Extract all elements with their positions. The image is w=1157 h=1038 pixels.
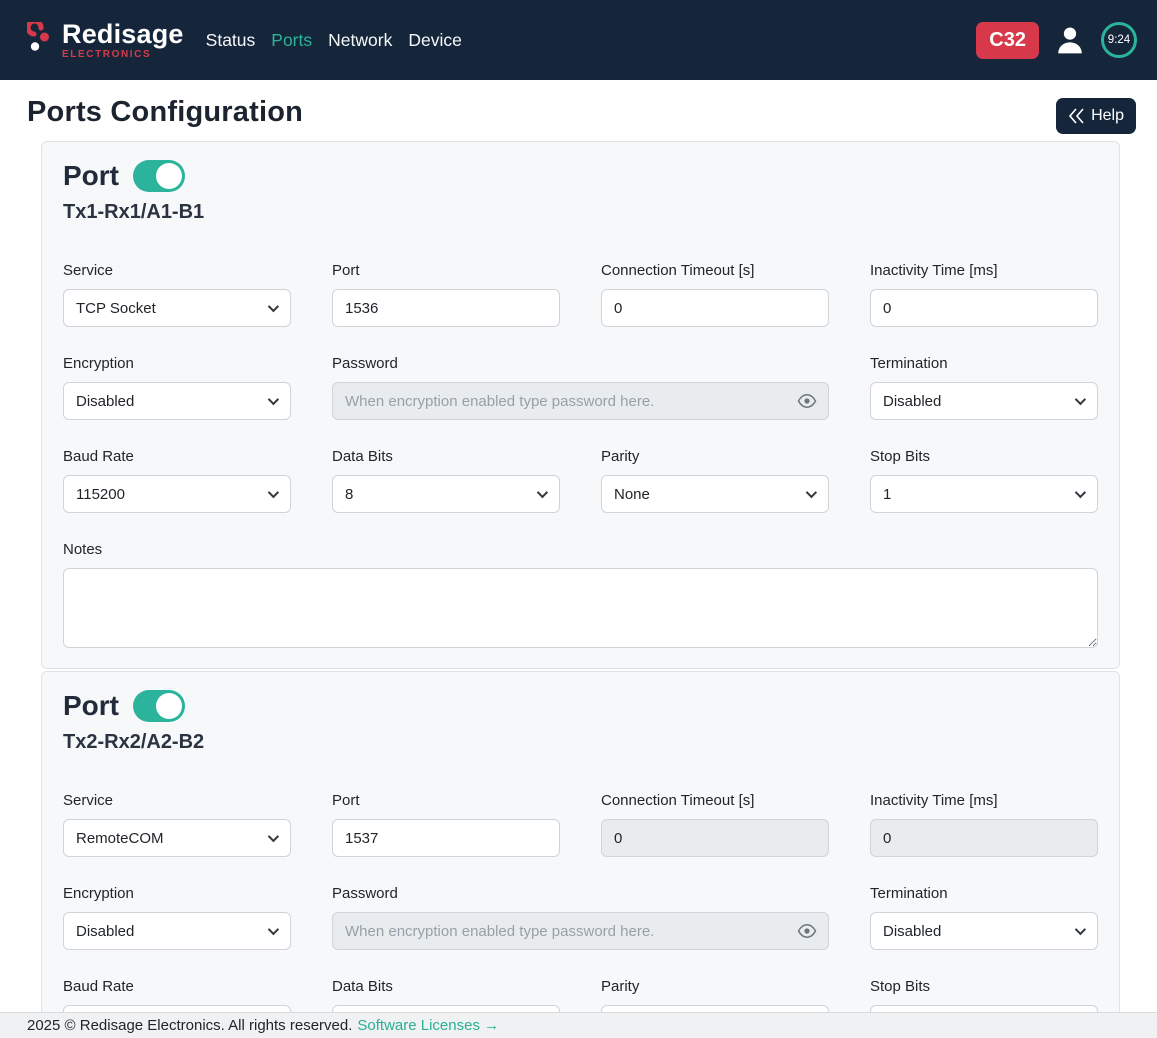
encryption-select-value: Disabled bbox=[76, 393, 134, 410]
notes-textarea[interactable] bbox=[63, 568, 1098, 648]
port-enable-toggle[interactable] bbox=[133, 160, 185, 192]
port-enable-toggle[interactable] bbox=[133, 690, 185, 722]
brand-subtitle: ELECTRONICS bbox=[62, 50, 184, 60]
chevron-down-icon bbox=[268, 487, 279, 498]
password-label: Password bbox=[332, 355, 829, 372]
service-select-value: RemoteCOM bbox=[76, 830, 164, 847]
page-title: Ports Configuration bbox=[27, 96, 303, 129]
session-timer: 9:24 bbox=[1101, 22, 1137, 58]
brand-logo-icon bbox=[27, 22, 53, 58]
port-card-subtitle: Tx2-Rx2/A2-B2 bbox=[63, 731, 1098, 754]
data-bits-select-value: 8 bbox=[345, 486, 353, 503]
nav-item-network[interactable]: Network bbox=[320, 24, 400, 57]
user-icon[interactable] bbox=[1054, 24, 1086, 56]
top-navbar: Redisage ELECTRONICS Status Ports Networ… bbox=[0, 0, 1157, 80]
help-button[interactable]: Help bbox=[1056, 98, 1136, 134]
encryption-label: Encryption bbox=[63, 355, 291, 372]
chevron-down-icon bbox=[268, 394, 279, 405]
double-chevron-left-icon bbox=[1066, 106, 1088, 126]
data-bits-select[interactable]: 8 bbox=[332, 475, 560, 513]
help-button-label: Help bbox=[1091, 107, 1124, 125]
chevron-down-icon bbox=[268, 924, 279, 935]
parity-label: Parity bbox=[601, 978, 829, 995]
encryption-label: Encryption bbox=[63, 885, 291, 902]
show-password-icon[interactable] bbox=[797, 923, 817, 939]
data-bits-label: Data Bits bbox=[332, 978, 560, 995]
service-select[interactable]: TCP Socket bbox=[63, 289, 291, 327]
port-card-subtitle: Tx1-Rx1/A1-B1 bbox=[63, 201, 1098, 224]
chevron-down-icon bbox=[537, 487, 548, 498]
port-number-input[interactable] bbox=[332, 289, 560, 327]
connection-timeout-input[interactable] bbox=[601, 289, 829, 327]
inactivity-time-input[interactable] bbox=[870, 289, 1098, 327]
inactivity-time-label: Inactivity Time [ms] bbox=[870, 792, 1098, 809]
connection-timeout-input[interactable] bbox=[601, 819, 829, 857]
termination-select-value: Disabled bbox=[883, 393, 941, 410]
notes-label: Notes bbox=[63, 541, 1098, 558]
connection-timeout-label: Connection Timeout [s] bbox=[601, 262, 829, 279]
toggle-knob bbox=[156, 693, 182, 719]
service-label: Service bbox=[63, 262, 291, 279]
service-label: Service bbox=[63, 792, 291, 809]
encryption-select[interactable]: Disabled bbox=[63, 382, 291, 420]
port-number-input[interactable] bbox=[332, 819, 560, 857]
stop-bits-label: Stop Bits bbox=[870, 978, 1098, 995]
encryption-select-value: Disabled bbox=[76, 923, 134, 940]
chevron-down-icon bbox=[268, 831, 279, 842]
password-input[interactable] bbox=[332, 382, 829, 420]
port-card-title: Port bbox=[63, 160, 119, 192]
nav-item-device[interactable]: Device bbox=[400, 24, 470, 57]
baud-rate-label: Baud Rate bbox=[63, 448, 291, 465]
stop-bits-select[interactable]: 1 bbox=[870, 475, 1098, 513]
app-viewport: Redisage ELECTRONICS Status Ports Networ… bbox=[0, 0, 1157, 1038]
port-card-1: Port Tx1-Rx1/A1-B1 Service TCP Socket Po… bbox=[41, 141, 1120, 669]
parity-label: Parity bbox=[601, 448, 829, 465]
show-password-icon[interactable] bbox=[797, 393, 817, 409]
brand-logo[interactable]: Redisage ELECTRONICS bbox=[27, 21, 184, 60]
session-timer-value: 9:24 bbox=[1108, 34, 1130, 46]
encryption-select[interactable]: Disabled bbox=[63, 912, 291, 950]
baud-rate-select-value: 115200 bbox=[76, 486, 125, 503]
copyright-text: 2025 © Redisage Electronics. All rights … bbox=[27, 1017, 352, 1034]
termination-select[interactable]: Disabled bbox=[870, 382, 1098, 420]
termination-select-value: Disabled bbox=[883, 923, 941, 940]
baud-rate-label: Baud Rate bbox=[63, 978, 291, 995]
password-label: Password bbox=[332, 885, 829, 902]
baud-rate-select[interactable]: 115200 bbox=[63, 475, 291, 513]
chevron-down-icon bbox=[1075, 487, 1086, 498]
inactivity-time-input[interactable] bbox=[870, 819, 1098, 857]
service-select[interactable]: RemoteCOM bbox=[63, 819, 291, 857]
termination-label: Termination bbox=[870, 355, 1098, 372]
port-card-title: Port bbox=[63, 690, 119, 722]
inactivity-time-label: Inactivity Time [ms] bbox=[870, 262, 1098, 279]
stop-bits-select-value: 1 bbox=[883, 486, 891, 503]
termination-label: Termination bbox=[870, 885, 1098, 902]
chevron-down-icon bbox=[1075, 924, 1086, 935]
service-select-value: TCP Socket bbox=[76, 300, 156, 317]
device-badge[interactable]: C32 bbox=[976, 22, 1039, 59]
port-label: Port bbox=[332, 262, 560, 279]
nav-item-status[interactable]: Status bbox=[198, 24, 264, 57]
stop-bits-label: Stop Bits bbox=[870, 448, 1098, 465]
nav-item-ports[interactable]: Ports bbox=[263, 24, 320, 57]
termination-select[interactable]: Disabled bbox=[870, 912, 1098, 950]
port-label: Port bbox=[332, 792, 560, 809]
parity-select-value: None bbox=[614, 486, 650, 503]
chevron-down-icon bbox=[1075, 394, 1086, 405]
toggle-knob bbox=[156, 163, 182, 189]
port-card-2: Port Tx2-Rx2/A2-B2 Service RemoteCOM Por… bbox=[41, 671, 1120, 1038]
chevron-down-icon bbox=[806, 487, 817, 498]
main-nav: Status Ports Network Device bbox=[198, 24, 470, 57]
software-licenses-link[interactable]: Software Licenses → bbox=[357, 1017, 499, 1034]
page-footer: 2025 © Redisage Electronics. All rights … bbox=[0, 1012, 1157, 1038]
parity-select[interactable]: None bbox=[601, 475, 829, 513]
chevron-down-icon bbox=[268, 301, 279, 312]
connection-timeout-label: Connection Timeout [s] bbox=[601, 792, 829, 809]
brand-name: Redisage bbox=[62, 21, 184, 48]
data-bits-label: Data Bits bbox=[332, 448, 560, 465]
password-input[interactable] bbox=[332, 912, 829, 950]
